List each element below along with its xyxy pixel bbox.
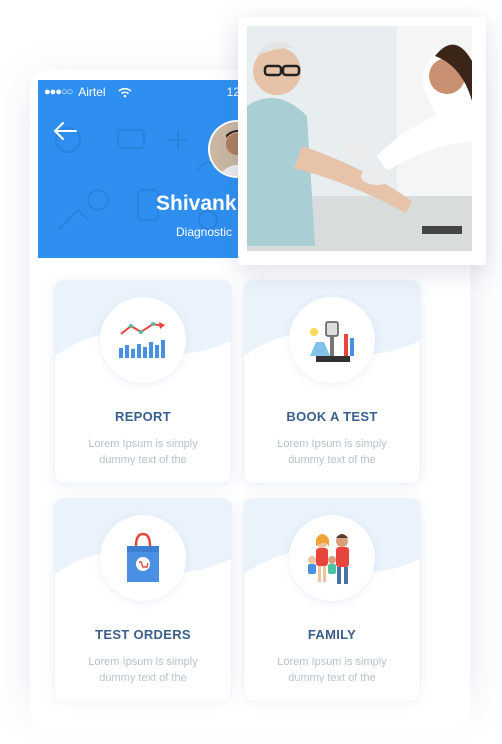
shopping-bag-icon: [100, 515, 186, 601]
user-role: Diagnostic: [176, 225, 233, 239]
family-card[interactable]: FAMILY Lorem Ipsum is simply dummy text …: [243, 498, 421, 702]
bottom-fade: [0, 674, 502, 744]
book-a-test-card[interactable]: BOOK A TEST Lorem Ipsum is simply dummy …: [243, 280, 421, 484]
test-orders-card[interactable]: TEST ORDERS Lorem Ipsum is simply dummy …: [54, 498, 232, 702]
card-title: TEST ORDERS: [95, 627, 191, 642]
card-title: BOOK A TEST: [286, 409, 378, 424]
chart-icon: [100, 297, 186, 383]
family-icon: [289, 515, 375, 601]
featured-photo-card: [238, 17, 486, 265]
card-description: Lorem Ipsum is simply dummy text of the: [88, 438, 198, 466]
card-description: Lorem Ipsum is simply dummy text of the: [277, 438, 387, 466]
user-name: Shivank: [156, 192, 237, 215]
report-card[interactable]: REPORT Lorem Ipsum is simply dummy text …: [54, 280, 232, 484]
user-photo-icon: [210, 122, 238, 176]
status-bar: ●●●○○ Airtel 12:4: [44, 83, 238, 101]
back-arrow-icon[interactable]: [52, 118, 78, 144]
lab-icon: [289, 297, 375, 383]
blood-test-photo: [247, 26, 472, 251]
card-title: REPORT: [115, 409, 171, 424]
wifi-icon: [118, 87, 132, 97]
profile-header: ●●●○○ Airtel 12:4 Shivank Diagnostic: [38, 80, 238, 258]
signal-icon: ●●●○○: [44, 86, 73, 98]
card-title: FAMILY: [307, 627, 357, 642]
clock: 12:4: [226, 85, 238, 99]
carrier-label: Airtel: [78, 85, 106, 99]
